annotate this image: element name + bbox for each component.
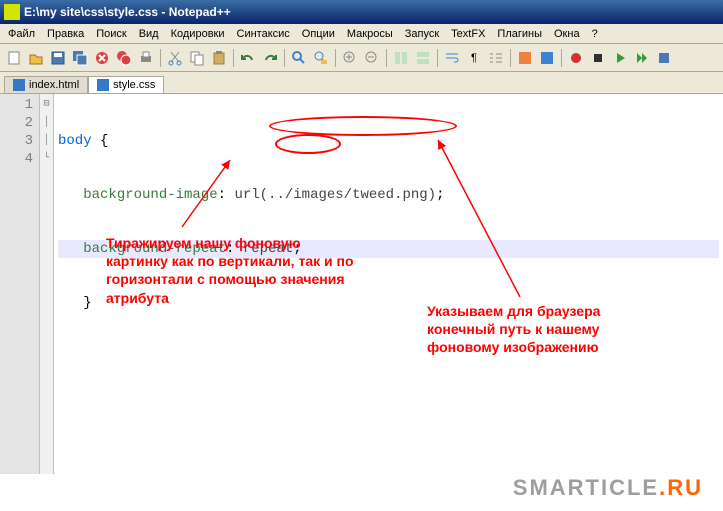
window-title: E:\my site\css\style.css - Notepad++ (24, 5, 231, 19)
undo-icon[interactable] (238, 48, 258, 68)
line-num: 4 (0, 150, 33, 168)
doc-map-icon[interactable] (537, 48, 557, 68)
line-num: 2 (0, 114, 33, 132)
record-icon[interactable] (566, 48, 586, 68)
tab-style-css[interactable]: style.css (88, 76, 164, 93)
code-selector: body (58, 133, 92, 149)
close-all-icon[interactable] (114, 48, 134, 68)
menu-options[interactable]: Опции (296, 26, 341, 42)
menu-windows[interactable]: Окна (548, 26, 586, 42)
zoom-in-icon[interactable] (340, 48, 360, 68)
play-icon[interactable] (610, 48, 630, 68)
menu-bar: Файл Правка Поиск Вид Кодировки Синтакси… (0, 24, 723, 44)
file-icon (97, 79, 109, 91)
menu-plugins[interactable]: Плагины (491, 26, 548, 42)
menu-macros[interactable]: Макросы (341, 26, 399, 42)
copy-icon[interactable] (187, 48, 207, 68)
annotation-arrow (172, 152, 252, 232)
close-icon[interactable] (92, 48, 112, 68)
code-brace: { (92, 133, 109, 149)
menu-search[interactable]: Поиск (90, 26, 132, 42)
menu-edit[interactable]: Правка (41, 26, 90, 42)
watermark-part1: SMARTICLE (513, 475, 659, 500)
line-num: 3 (0, 132, 33, 150)
paste-icon[interactable] (209, 48, 229, 68)
sync-v-icon[interactable] (391, 48, 411, 68)
fold-margin: ⊟ ││└ (40, 94, 54, 474)
fold-minus-icon[interactable]: ⊟ (40, 96, 53, 114)
title-bar: E:\my site\css\style.css - Notepad++ (0, 0, 723, 24)
toolbar: ¶ (0, 44, 723, 72)
stop-icon[interactable] (588, 48, 608, 68)
new-file-icon[interactable] (4, 48, 24, 68)
watermark: SMARTICLE.RU (513, 475, 703, 501)
tab-bar: index.html style.css (0, 72, 723, 94)
save-macro-icon[interactable] (654, 48, 674, 68)
menu-help[interactable]: ? (586, 26, 604, 42)
tab-label: index.html (29, 79, 79, 91)
redo-icon[interactable] (260, 48, 280, 68)
code-value: url(../images/tweed.png) (234, 187, 436, 203)
wrap-icon[interactable] (442, 48, 462, 68)
show-chars-icon[interactable]: ¶ (464, 48, 484, 68)
tab-label: style.css (113, 79, 155, 91)
sync-h-icon[interactable] (413, 48, 433, 68)
menu-encoding[interactable]: Кодировки (165, 26, 231, 42)
print-icon[interactable] (136, 48, 156, 68)
watermark-part2: .RU (659, 475, 703, 500)
menu-run[interactable]: Запуск (399, 26, 445, 42)
play-multi-icon[interactable] (632, 48, 652, 68)
line-num: 1 (0, 96, 33, 114)
tab-index-html[interactable]: index.html (4, 76, 88, 93)
annotation-arrow (430, 132, 530, 302)
menu-textfx[interactable]: TextFX (445, 26, 491, 42)
indent-guide-icon[interactable] (486, 48, 506, 68)
annotation-text: Указываем для браузера конечный путь к н… (427, 302, 637, 357)
cut-icon[interactable] (165, 48, 185, 68)
lang-icon[interactable] (515, 48, 535, 68)
annotation-oval (269, 116, 457, 136)
menu-syntax[interactable]: Синтаксис (231, 26, 296, 42)
open-file-icon[interactable] (26, 48, 46, 68)
menu-file[interactable]: Файл (2, 26, 41, 42)
code-brace: } (83, 295, 91, 311)
app-icon (4, 4, 20, 20)
save-all-icon[interactable] (70, 48, 90, 68)
find-icon[interactable] (289, 48, 309, 68)
line-numbers: 1 2 3 4 (0, 94, 40, 474)
zoom-out-icon[interactable] (362, 48, 382, 68)
file-icon (13, 79, 25, 91)
save-icon[interactable] (48, 48, 68, 68)
menu-view[interactable]: Вид (133, 26, 165, 42)
annotation-oval (275, 134, 341, 154)
replace-icon[interactable] (311, 48, 331, 68)
annotation-text: Тиражируем нашу фоновую картинку как по … (106, 234, 366, 307)
